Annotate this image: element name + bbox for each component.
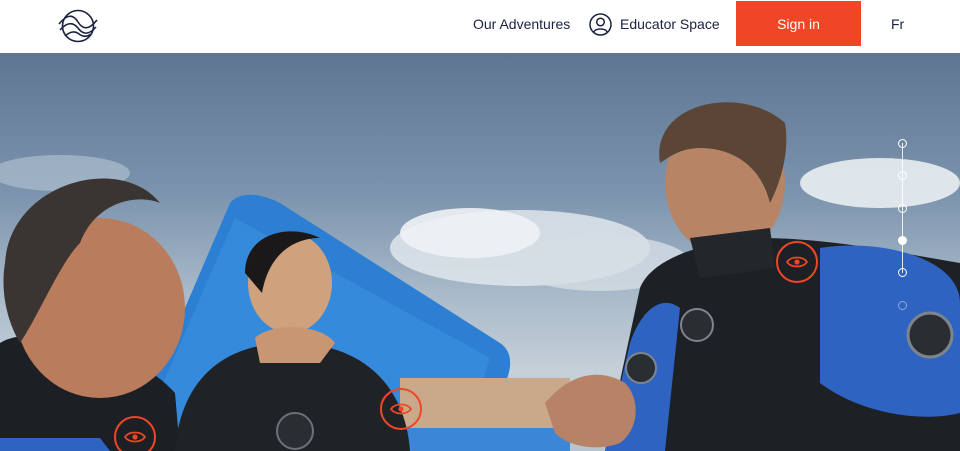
pager-dot[interactable] [898,301,907,310]
pager-dot[interactable] [898,204,907,213]
eye-icon [786,256,808,268]
nav-educator-space[interactable]: Educator Space [589,12,720,36]
sign-in-button[interactable]: Sign in [736,1,861,46]
pager-dot-active[interactable] [898,236,907,245]
pager-dot[interactable] [898,139,907,148]
pager-dot[interactable] [898,268,907,277]
hero-photo [0,102,960,451]
eye-icon [124,431,146,443]
educator-space-label: Educator Space [620,16,720,32]
hotspot-eye-button-right[interactable] [776,241,818,283]
eye-icon [390,403,412,415]
site-header: Our Adventures Educator Space Sign in Fr [0,0,960,53]
hero-banner [0,53,960,451]
language-switch-fr[interactable]: Fr [891,16,904,32]
pager-dot[interactable] [898,171,907,180]
logo-icon[interactable] [57,8,99,44]
slide-pager [897,139,909,311]
hotspot-eye-button-left[interactable] [114,416,156,451]
nav-our-adventures[interactable]: Our Adventures [473,16,570,32]
user-circle-icon [589,12,612,36]
hotspot-eye-button-middle[interactable] [380,388,422,430]
